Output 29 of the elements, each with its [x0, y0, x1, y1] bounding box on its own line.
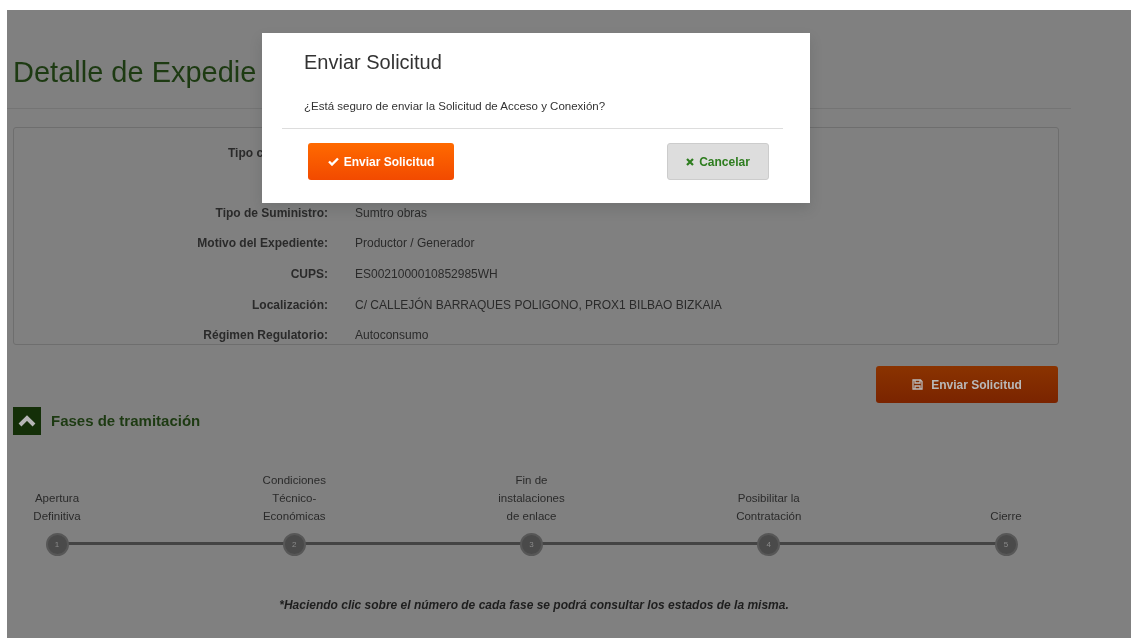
- modal-message: ¿Está seguro de enviar la Solicitud de Acceso y Conexión?: [303, 99, 607, 114]
- field-value: ES0021000010852985WH: [355, 266, 498, 284]
- section-title: Fases de tramitación: [51, 410, 201, 431]
- field-label: Régimen Regulatorio:: [203, 328, 328, 343]
- field-label: CUPS:: [290, 267, 328, 282]
- modal-title: Enviar Solicitud: [303, 50, 443, 75]
- field-label: Tipo c: [228, 146, 264, 160]
- field-value: Autoconsumo: [355, 327, 429, 345]
- phase-label: Fin de instalaciones de enlace: [498, 473, 565, 524]
- field-label: Motivo del Expediente:: [197, 236, 328, 251]
- phase-number[interactable]: 4: [757, 533, 781, 556]
- field-value: Productor / Generador: [355, 235, 475, 253]
- confirm-button[interactable]: Enviar Solicitud: [308, 143, 454, 181]
- phase-label: Apertura Definitiva: [33, 491, 81, 524]
- checkmark-icon: [327, 157, 339, 167]
- phase-label: Posibilitar la Contratación: [736, 491, 802, 524]
- field-value: Sumtro obras: [355, 204, 428, 222]
- close-icon: [686, 157, 695, 166]
- phase-label: Condiciones Técnico- Económicas: [262, 473, 326, 524]
- field-value: C/ CALLEJÓN BARRAQUES POLIGONO, PROX1 BILBAO BIZKAIA: [355, 296, 722, 314]
- chevron-up-icon: [18, 415, 36, 427]
- field-label: Localización:: [252, 297, 328, 312]
- page-title: Detalle de Expedie: [12, 55, 257, 90]
- send-request-button[interactable]: Enviar Solicitud: [876, 366, 1058, 403]
- field-label: Tipo de Suministro:: [215, 205, 328, 220]
- cancel-button[interactable]: Cancelar: [667, 143, 769, 181]
- footnote: *Haciendo clic sobre el número de cada fase se podrá consultar los estados de la misma.: [278, 597, 790, 614]
- phase-label: Cierre: [990, 509, 1022, 524]
- collapse-toggle[interactable]: [13, 407, 41, 435]
